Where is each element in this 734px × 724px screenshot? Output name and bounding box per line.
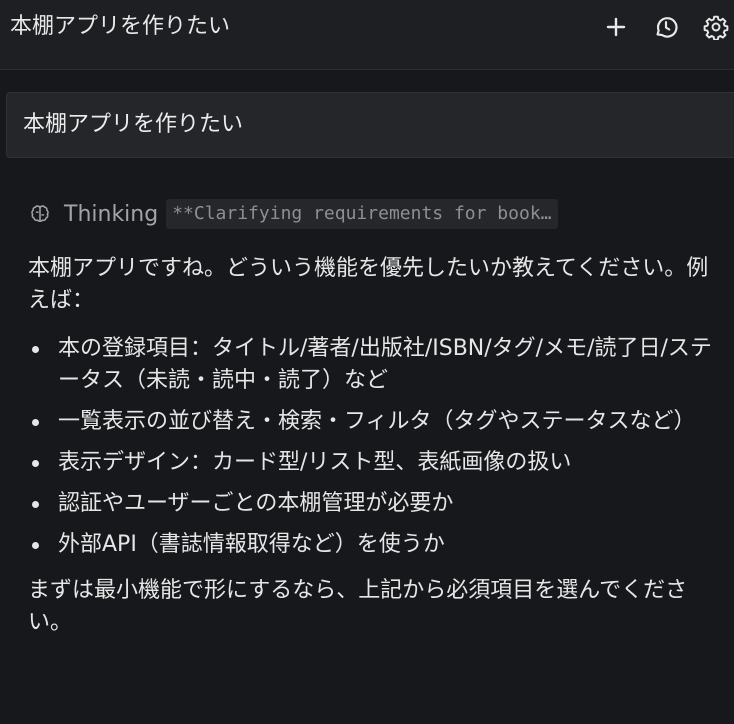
list-item-text: 本の登録項目：タイトル/著者/出版社/ISBN/タグ/メモ/読了日/ステータス（… xyxy=(58,336,712,393)
user-message-text: 本棚アプリを作りたい xyxy=(23,112,244,137)
history-icon xyxy=(656,17,678,38)
plus-icon xyxy=(606,17,626,37)
bullet-icon xyxy=(32,346,39,353)
user-message-bubble: 本棚アプリを作りたい xyxy=(6,92,734,158)
assistant-response: 本棚アプリですね。どういう機能を優先したいか教えてください。例えば： 本の登録項… xyxy=(28,253,718,639)
response-closing: まずは最小機能で形にするなら、上記から必須項目を選んでください。 xyxy=(28,578,688,635)
brain-icon xyxy=(28,202,52,226)
list-item: 本の登録項目：タイトル/著者/出版社/ISBN/タグ/メモ/読了日/ステータス（… xyxy=(28,333,718,397)
history-button[interactable] xyxy=(651,12,681,42)
bullet-icon xyxy=(32,419,39,426)
gear-icon xyxy=(703,15,729,40)
top-bar: 本棚アプリを作りたい xyxy=(0,0,734,70)
list-item-text: 一覧表示の並び替え・検索・フィルタ（タグやステータスなど） xyxy=(58,409,696,434)
bullet-icon xyxy=(32,460,39,467)
feature-list: 本の登録項目：タイトル/著者/出版社/ISBN/タグ/メモ/読了日/ステータス（… xyxy=(28,333,718,561)
response-intro: 本棚アプリですね。どういう機能を優先したいか教えてください。例えば： xyxy=(28,256,709,313)
list-item-text: 外部API（書誌情報取得など）を使うか xyxy=(58,532,445,557)
thinking-summary: **Clarifying requirements for book… xyxy=(166,199,558,229)
list-item-text: 認証やユーザーごとの本棚管理が必要か xyxy=(58,491,454,516)
bullet-icon xyxy=(32,542,39,549)
list-item: 外部API（書誌情報取得など）を使うか xyxy=(28,529,718,561)
bullet-icon xyxy=(32,501,39,508)
list-item: 一覧表示の並び替え・検索・フィルタ（タグやステータスなど） xyxy=(28,406,718,438)
settings-button[interactable] xyxy=(701,12,731,42)
list-item: 認証やユーザーごとの本棚管理が必要か xyxy=(28,488,718,520)
thinking-toggle[interactable]: Thinking **Clarifying requirements for b… xyxy=(28,198,558,230)
conversation-title: 本棚アプリを作りたい xyxy=(10,14,231,39)
list-item-text: 表示デザイン：カード型/リスト型、表紙画像の扱い xyxy=(58,450,572,475)
new-chat-button[interactable] xyxy=(601,12,631,42)
thinking-label: Thinking xyxy=(64,201,159,227)
list-item: 表示デザイン：カード型/リスト型、表紙画像の扱い xyxy=(28,447,718,479)
